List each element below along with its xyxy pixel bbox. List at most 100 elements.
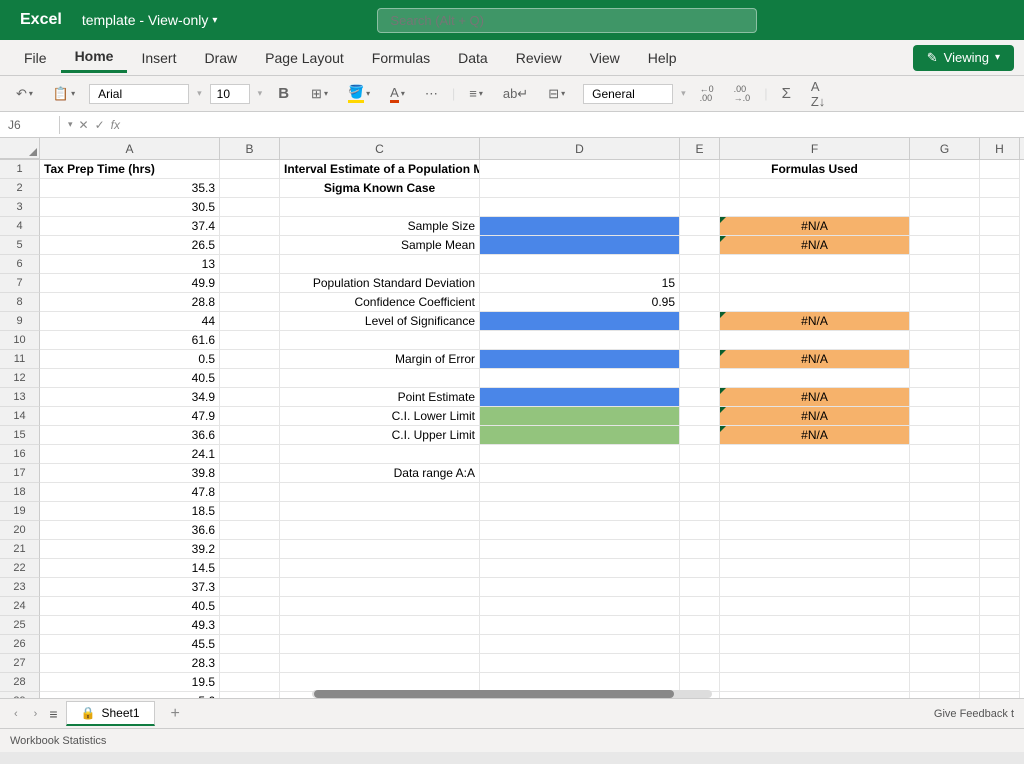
cell[interactable] [980,540,1020,559]
cell[interactable] [480,407,680,426]
cell[interactable]: #N/A [720,236,910,255]
cell[interactable] [220,464,280,483]
font-color-button[interactable]: A▾ [384,83,411,105]
cell[interactable]: C.I. Lower Limit [280,407,480,426]
cell[interactable]: 47.8 [40,483,220,502]
cell[interactable]: 37.3 [40,578,220,597]
decrease-decimal-button[interactable]: ←0.00 [694,83,720,105]
cell[interactable]: 39.2 [40,540,220,559]
cell[interactable] [220,350,280,369]
cell[interactable]: 19.5 [40,673,220,692]
cell[interactable] [980,521,1020,540]
row-header[interactable]: 11 [0,350,40,369]
cell[interactable] [720,331,910,350]
cell[interactable] [720,654,910,673]
cell[interactable] [680,578,720,597]
cell[interactable] [680,426,720,445]
row-header[interactable]: 23 [0,578,40,597]
cell[interactable] [220,274,280,293]
row-header[interactable]: 25 [0,616,40,635]
cell[interactable] [220,502,280,521]
cell[interactable] [680,160,720,179]
cell[interactable]: #N/A [720,407,910,426]
cell[interactable] [280,445,480,464]
cell[interactable]: 35.3 [40,179,220,198]
cell[interactable] [480,616,680,635]
cell[interactable] [910,521,980,540]
cell[interactable]: 28.3 [40,654,220,673]
name-box[interactable]: J6 [0,116,60,134]
cell[interactable] [910,597,980,616]
cell[interactable] [720,692,910,698]
cell[interactable] [480,217,680,236]
cell[interactable] [480,312,680,331]
search-input[interactable] [377,8,757,33]
cell[interactable] [480,445,680,464]
cell[interactable] [910,293,980,312]
fill-color-button[interactable]: 🪣▾ [342,82,376,105]
cell[interactable] [980,293,1020,312]
cell[interactable]: Margin of Error [280,350,480,369]
row-header[interactable]: 12 [0,369,40,388]
cell[interactable]: 30.5 [40,198,220,217]
cell[interactable] [680,388,720,407]
cell[interactable] [980,673,1020,692]
cell[interactable] [680,369,720,388]
cell[interactable] [480,578,680,597]
cell[interactable]: #N/A [720,426,910,445]
row-header[interactable]: 15 [0,426,40,445]
row-header[interactable]: 3 [0,198,40,217]
cell[interactable] [680,445,720,464]
cell[interactable] [480,331,680,350]
cell[interactable] [980,274,1020,293]
bold-button[interactable]: B [270,83,297,104]
cell[interactable] [720,179,910,198]
cell[interactable] [220,407,280,426]
cell[interactable] [680,483,720,502]
cell[interactable]: 26.5 [40,236,220,255]
cell[interactable] [980,692,1020,698]
workbook-statistics[interactable]: Workbook Statistics [10,735,106,747]
cell[interactable] [980,502,1020,521]
cell[interactable] [680,407,720,426]
cell[interactable] [480,160,680,179]
cell[interactable] [280,559,480,578]
cell[interactable] [720,445,910,464]
cell[interactable] [910,217,980,236]
cell[interactable] [910,635,980,654]
viewing-mode-button[interactable]: ✎ Viewing ▾ [913,45,1014,71]
cell[interactable] [910,692,980,698]
cell[interactable] [480,559,680,578]
cell[interactable] [280,578,480,597]
cell[interactable]: Sample Mean [280,236,480,255]
all-sheets-button[interactable]: ≡ [49,706,57,722]
cell[interactable] [680,274,720,293]
cell[interactable] [720,635,910,654]
cell[interactable] [480,388,680,407]
cell[interactable] [480,635,680,654]
cell[interactable] [220,160,280,179]
cell[interactable]: 14.5 [40,559,220,578]
cell[interactable] [680,521,720,540]
cell[interactable] [680,293,720,312]
row-header[interactable]: 16 [0,445,40,464]
cell[interactable] [220,635,280,654]
cancel-icon[interactable]: ✕ [79,118,89,132]
cell[interactable]: 13 [40,255,220,274]
col-header-d[interactable]: D [480,138,680,159]
font-size-select[interactable] [210,84,250,104]
row-header[interactable]: 2 [0,179,40,198]
cell[interactable] [480,540,680,559]
cell[interactable] [980,217,1020,236]
cell[interactable] [480,464,680,483]
tab-view[interactable]: View [576,44,634,72]
cell[interactable] [480,483,680,502]
cell[interactable]: Level of Significance [280,312,480,331]
horizontal-scrollbar[interactable] [312,690,712,698]
cell[interactable] [910,578,980,597]
cell[interactable] [910,236,980,255]
cell[interactable] [980,350,1020,369]
row-header[interactable]: 19 [0,502,40,521]
cell[interactable] [720,616,910,635]
cell[interactable] [720,198,910,217]
